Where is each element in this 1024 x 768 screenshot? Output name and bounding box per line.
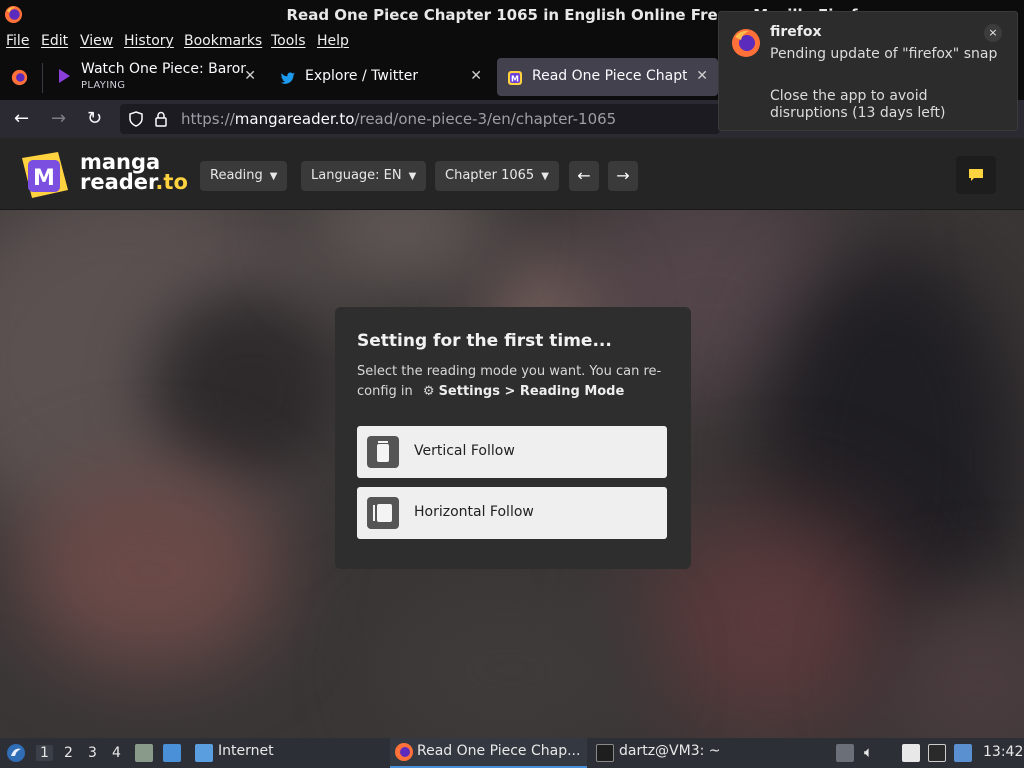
notification-app-name: firefox [770, 24, 822, 40]
chapter-label: Chapter 1065 [445, 168, 535, 183]
settings-path-text: Settings > Reading Mode [438, 384, 625, 399]
horizontal-follow-button[interactable]: Horizontal Follow [357, 487, 667, 539]
tab-divider [42, 63, 43, 93]
vertical-follow-button[interactable]: Vertical Follow [357, 426, 667, 478]
logo-word-reader: reader [80, 170, 156, 194]
vertical-mode-icon [367, 436, 399, 468]
reload-icon[interactable]: ↻ [87, 108, 102, 129]
mangareader-logo[interactable]: M [20, 150, 70, 200]
close-icon[interactable]: × [984, 24, 1002, 42]
network-icon[interactable] [928, 744, 946, 762]
tab-label: Read One Piece Chapter 1065 in English O… [532, 68, 687, 84]
arrow-right-icon: → [616, 166, 630, 185]
back-arrow-icon[interactable]: ← [14, 108, 29, 129]
url-host: mangareader.to [234, 110, 355, 128]
workspace-1[interactable]: 1 [36, 745, 53, 761]
firefox-icon [395, 743, 413, 761]
workspace-2[interactable]: 2 [64, 745, 73, 761]
close-icon[interactable]: ✕ [470, 68, 482, 84]
clock: 13:42 [983, 744, 1024, 760]
updates-icon[interactable] [836, 744, 854, 762]
taskbar: 1 2 3 4 Internet Read One Piece Chap... … [0, 738, 1024, 768]
chevron-down-icon: ▼ [269, 171, 278, 182]
firefox-view-icon[interactable] [11, 69, 28, 86]
notification-tray-icon[interactable] [954, 744, 972, 762]
url-path: /read/one-piece-3/en/chapter-1065 [354, 110, 617, 128]
svg-text:M: M [511, 75, 519, 84]
next-chapter-button[interactable]: → [608, 161, 638, 191]
url-bar[interactable]: https://mangareader.to/read/one-piece-3/… [120, 104, 720, 134]
tab-mangareader[interactable]: M Read One Piece Chapter 1065 in English… [497, 58, 718, 96]
close-icon[interactable]: ✕ [696, 68, 708, 84]
prev-chapter-button[interactable]: ← [569, 161, 599, 191]
chevron-down-icon: ▼ [541, 171, 549, 182]
play-icon [59, 69, 70, 83]
lock-icon[interactable] [154, 111, 168, 127]
menu-help[interactable]: Help [317, 33, 349, 49]
option-label: Horizontal Follow [414, 504, 534, 520]
close-icon[interactable]: ✕ [244, 68, 256, 84]
menu-view[interactable]: View [80, 33, 113, 49]
language-dropdown[interactable]: Language: EN ▼ [301, 161, 427, 191]
menu-file[interactable]: File [6, 33, 29, 49]
start-menu-icon[interactable] [6, 743, 26, 763]
option-label: Vertical Follow [414, 443, 515, 459]
workspace-3[interactable]: 3 [88, 745, 97, 761]
tab-label: Watch One Piece: Baron Omatsuri and the … [81, 61, 246, 77]
dialog-description: Select the reading mode you want. You ca… [357, 362, 677, 402]
comment-icon [969, 169, 983, 181]
arrow-left-icon: ← [577, 166, 591, 185]
chapter-dropdown[interactable]: Chapter 1065 ▼ [435, 161, 559, 191]
terminal-icon[interactable] [596, 744, 614, 762]
mangareader-icon: M [508, 71, 522, 85]
logo-word-to: .to [155, 170, 188, 194]
url-text[interactable]: https://mangareader.to/read/one-piece-3/… [181, 110, 616, 128]
forward-arrow-icon[interactable]: → [51, 108, 66, 129]
menu-history[interactable]: History [124, 33, 174, 49]
menu-tools[interactable]: Tools [271, 33, 306, 49]
volume-icon[interactable]: 🔈︎ [864, 743, 873, 761]
site-header: M manga reader.to Reading ▼ Language: EN ▼… [0, 138, 1024, 210]
firefox-icon [732, 29, 760, 57]
gear-icon: ⚙ [422, 384, 435, 399]
svg-text:M: M [33, 166, 55, 191]
chevron-down-icon: ▼ [408, 171, 417, 182]
menu-edit[interactable]: Edit [41, 33, 68, 49]
tab-playing-badge: PLAYING [81, 80, 126, 91]
files-icon[interactable] [135, 744, 153, 762]
clipboard-icon[interactable] [902, 744, 920, 762]
taskbar-terminal-label[interactable]: dartz@VM3: ~ [619, 743, 721, 759]
shield-icon[interactable] [128, 111, 144, 127]
tab-label: Explore / Twitter [305, 68, 419, 84]
menu-bookmarks[interactable]: Bookmarks [184, 33, 262, 49]
logo-word-manga: manga [80, 150, 161, 174]
twitter-icon [280, 72, 295, 84]
dialog-title: Setting for the first time... [357, 331, 612, 351]
taskbar-firefox-window[interactable]: Read One Piece Chap... [390, 738, 587, 768]
horizontal-mode-icon [367, 497, 399, 529]
reading-label: Reading [210, 168, 263, 183]
taskbar-firefox-label: Read One Piece Chap... [417, 743, 581, 759]
workspace-4[interactable]: 4 [112, 745, 121, 761]
reading-mode-dialog: Setting for the first time... Select the… [335, 307, 691, 569]
language-label: Language: EN [311, 168, 402, 183]
site-logo-text[interactable]: manga reader.to [80, 150, 188, 194]
tab-watch-one-piece[interactable]: Watch One Piece: Baron Omatsuri and the … [46, 58, 266, 96]
tab-twitter[interactable]: Explore / Twitter ✕ [270, 58, 492, 96]
comments-button[interactable] [956, 156, 996, 194]
folder-icon[interactable] [195, 744, 213, 762]
notification-detail: Close the app to avoid disruptions (13 d… [770, 88, 946, 121]
desktop-icon[interactable] [163, 744, 181, 762]
folder-internet-label[interactable]: Internet [218, 743, 274, 759]
update-notification[interactable]: firefox Pending update of "firefox" snap… [718, 11, 1018, 131]
notification-message: Pending update of "firefox" snap [770, 46, 998, 62]
reading-dropdown[interactable]: Reading ▼ [200, 161, 288, 191]
